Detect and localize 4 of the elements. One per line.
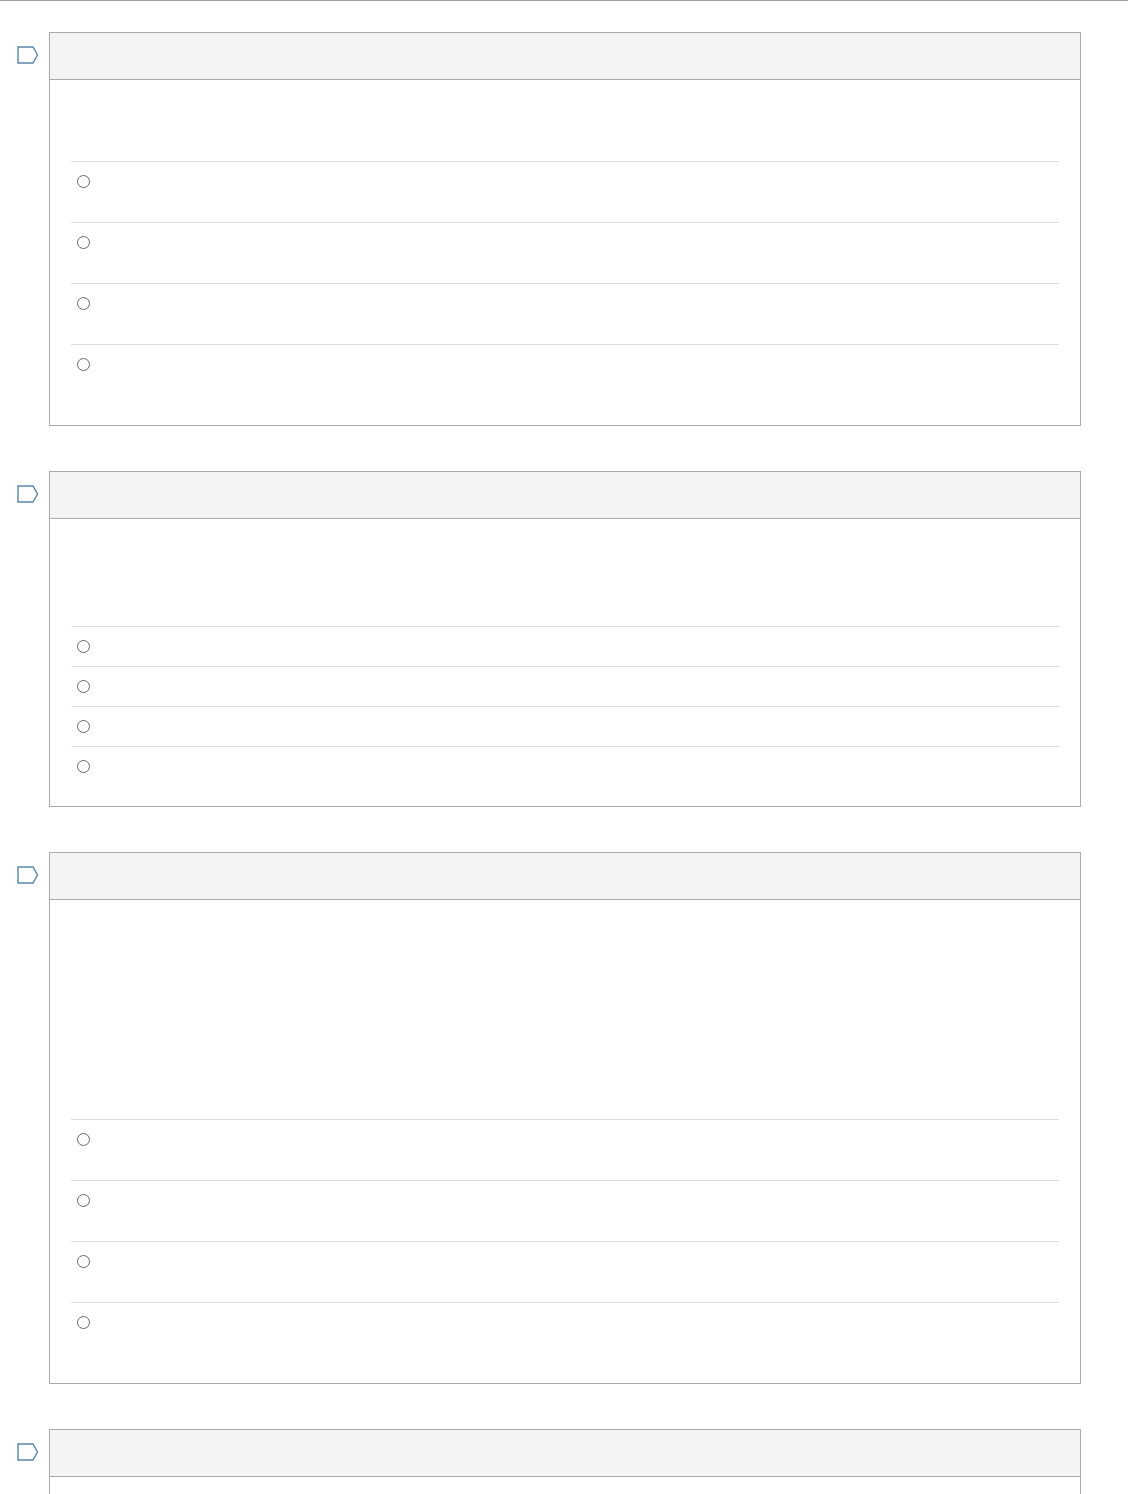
flag-icon[interactable] — [17, 866, 39, 884]
flag-icon[interactable] — [17, 485, 39, 503]
flag-icon[interactable] — [17, 46, 39, 64]
flag-icon[interactable] — [17, 1443, 39, 1461]
